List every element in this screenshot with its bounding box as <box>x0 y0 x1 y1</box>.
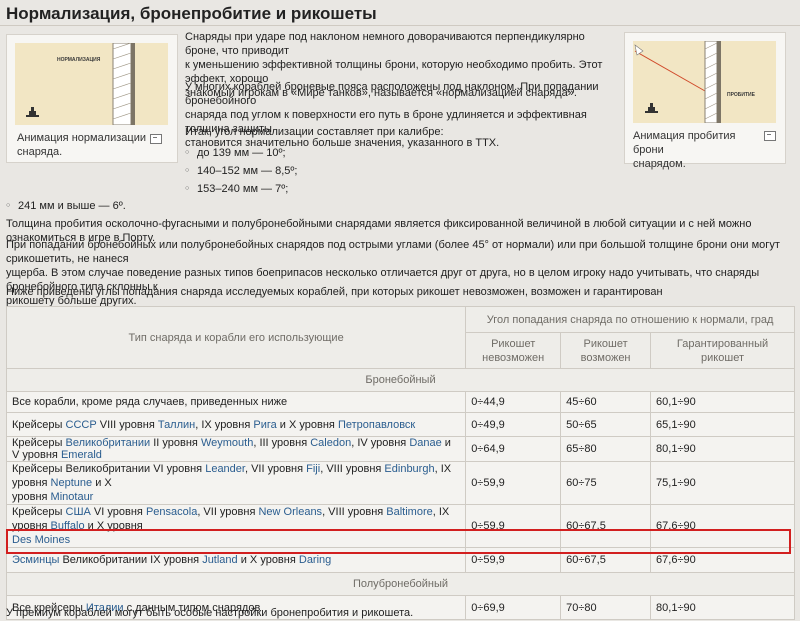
caliber-list: до 139 мм — 10º; 140–152 мм — 8,5º; 153–… <box>185 146 297 200</box>
category-armor-piercing: Бронебойный <box>6 368 795 392</box>
link-buffalo[interactable]: Buffalo <box>51 520 85 532</box>
link-tallinn[interactable]: Таллин <box>158 419 195 431</box>
body-paragraph-6: Ниже приведены углы попадания снаряда ис… <box>6 286 663 298</box>
link-usa[interactable]: США <box>66 506 91 518</box>
penetration-image-label: ПРОБИТИЕ <box>727 92 756 98</box>
link-minotaur[interactable]: Minotaur <box>51 491 94 503</box>
expand-icon[interactable] <box>764 131 776 141</box>
left-figure: НОРМАЛИЗАЦИЯ Анимация нормализации снаря… <box>6 34 178 163</box>
penetration-animation[interactable]: ПРОБИТИЕ <box>633 41 776 123</box>
title-divider <box>0 25 800 26</box>
column-header-no-ricochet: Рикошет невозможен <box>465 332 562 369</box>
expand-icon[interactable] <box>150 134 162 144</box>
normalization-animation[interactable]: НОРМАЛИЗАЦИЯ <box>15 43 168 125</box>
link-fiji[interactable]: Fiji <box>306 463 320 475</box>
list-item: 153–240 мм — 7º; <box>185 182 297 200</box>
footer-note: У премиум кораблей могут быть особые нас… <box>6 607 414 619</box>
table-row: Крейсеры Великобритании VI уровня Leande… <box>5 461 795 505</box>
table-row: Крейсеры СССР VIII уровня Таллин, IX уро… <box>5 412 795 437</box>
column-header-possible-ricochet: Рикошет возможен <box>560 332 652 369</box>
link-uk[interactable]: Великобритании <box>66 437 151 449</box>
link-danae[interactable]: Danae <box>409 437 441 449</box>
right-figure-caption: Анимация пробития брони снарядом. <box>633 130 736 170</box>
link-leander[interactable]: Leander <box>205 463 245 475</box>
list-item: 140–152 мм — 8,5º; <box>185 164 297 182</box>
page-title: Нормализация, бронепробитие и рикошеты <box>6 4 377 23</box>
ricochet-table: Тип снаряда и корабли его использующие У… <box>5 306 795 620</box>
column-header-angle: Угол попадания снаряда по отношению к но… <box>465 306 795 333</box>
link-pensacola[interactable]: Pensacola <box>146 506 197 518</box>
column-header-type: Тип снаряда и корабли его использующие <box>5 306 467 369</box>
link-jutland[interactable]: Jutland <box>202 554 237 566</box>
intro-paragraph-2: У многих кораблей броневые пояса располо… <box>185 81 599 149</box>
table-row: Крейсеры Великобритании II уровня Weymou… <box>5 436 795 462</box>
link-weymouth[interactable]: Weymouth <box>201 437 253 449</box>
link-new-orleans[interactable]: New Orleans <box>258 506 322 518</box>
ship-icon <box>645 103 658 113</box>
right-figure: ПРОБИТИЕ Анимация пробития брони снарядо… <box>624 32 786 170</box>
left-figure-caption: Анимация нормализации снаряда. <box>17 132 146 158</box>
column-header-guaranteed-ricochet: Гарантированный рикошет <box>650 332 795 369</box>
link-ussr[interactable]: СССР <box>66 419 97 431</box>
list-item: 241 мм и выше — 6º. <box>6 199 126 217</box>
table-row-highlighted: Эсминцы Великобритании IX уровня Jutland… <box>5 547 795 573</box>
category-semi-armor-piercing: Полубронебойный <box>6 572 795 596</box>
ship-icon <box>26 107 39 117</box>
table-row: Все корабли, кроме ряда случаев, приведе… <box>5 391 795 413</box>
table-row: Крейсеры США VI уровня Pensacola, VII ур… <box>5 504 795 548</box>
link-emerald[interactable]: Emerald <box>61 449 102 461</box>
link-daring[interactable]: Daring <box>299 554 331 566</box>
link-des-moines[interactable]: Des Moines <box>12 534 70 546</box>
link-destroyers[interactable]: Эсминцы <box>12 554 59 566</box>
link-edinburgh[interactable]: Edinburgh <box>384 463 434 475</box>
link-riga[interactable]: Рига <box>253 419 276 431</box>
link-baltimore[interactable]: Baltimore <box>386 506 432 518</box>
list-item: до 139 мм — 10º; <box>185 146 297 164</box>
intro-paragraph-3: Итак, угол нормализации составляет при к… <box>185 126 444 138</box>
link-neptune[interactable]: Neptune <box>51 477 93 489</box>
penetration-illustration: ПРОБИТИЕ <box>634 41 756 123</box>
normalization-illustration: НОРМАЛИЗАЦИЯ <box>26 43 135 125</box>
link-petropavlovsk[interactable]: Петропавловск <box>338 419 415 431</box>
normalization-image-label: НОРМАЛИЗАЦИЯ <box>57 57 101 63</box>
link-caledon[interactable]: Caledon <box>310 437 351 449</box>
caliber-list-tail: 241 мм и выше — 6º. <box>6 199 126 217</box>
